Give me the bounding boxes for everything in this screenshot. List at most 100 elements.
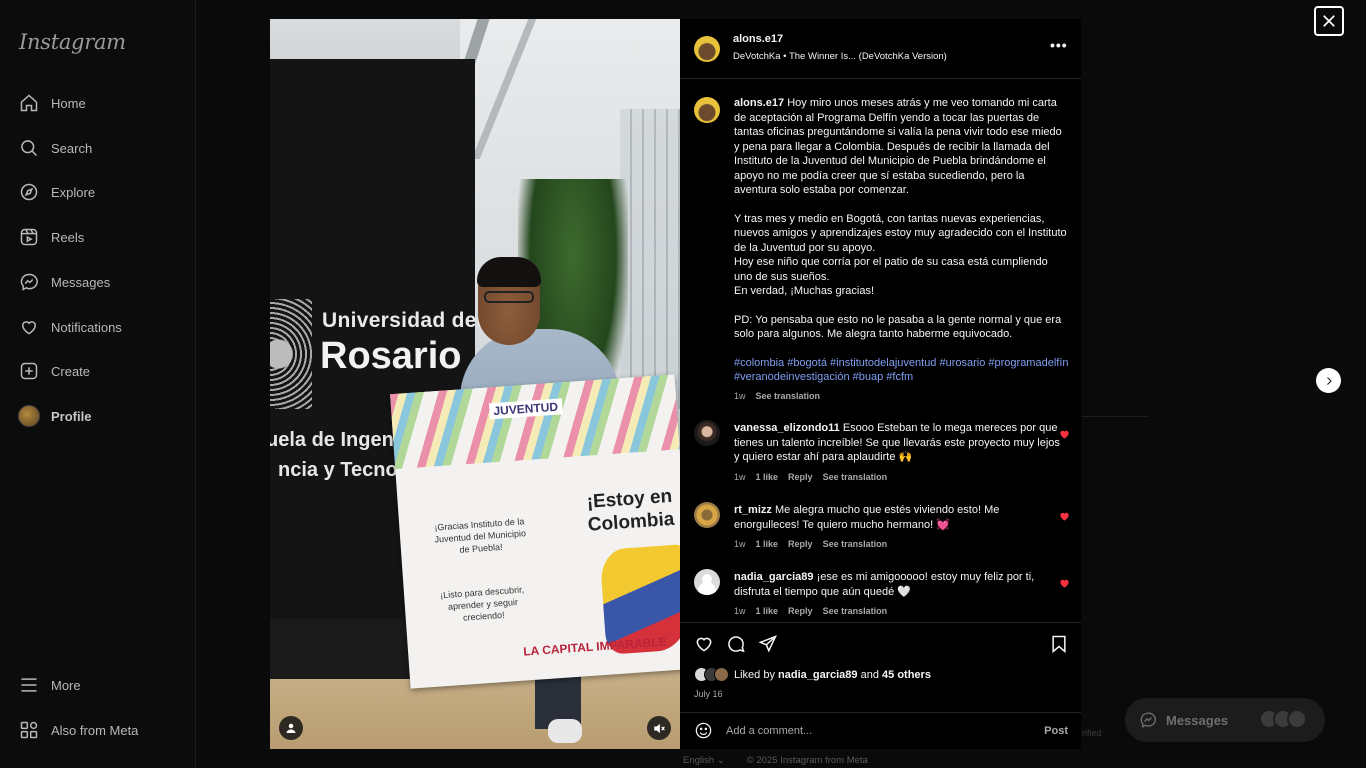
reply-button[interactable]: Reply xyxy=(788,470,813,485)
sidebar-item-label: Also from Meta xyxy=(51,722,139,738)
comment-input[interactable] xyxy=(726,725,1026,737)
comment-likes[interactable]: 1 like xyxy=(756,537,779,552)
close-icon xyxy=(1323,15,1335,27)
sidebar-item-home[interactable]: Home xyxy=(18,90,86,116)
timestamp: 1w xyxy=(734,471,746,482)
sidebar-item-also-from-meta[interactable]: Also from Meta xyxy=(18,717,138,743)
comment-username[interactable]: rt_mizz xyxy=(734,504,772,516)
banner-text: ¡Gracias Instituto de la Juventud del Mu… xyxy=(434,516,527,555)
comment-meta: 1w 1 like Reply See translation xyxy=(734,604,1064,619)
sidebar-item-reels[interactable]: Reels xyxy=(18,224,84,250)
next-post-button[interactable] xyxy=(1316,368,1341,393)
comment-like-button[interactable] xyxy=(1059,427,1070,439)
post-comment-button[interactable]: Post xyxy=(1044,725,1068,737)
plus-square-icon xyxy=(18,360,40,382)
messenger-icon xyxy=(1140,712,1156,728)
comment-likes[interactable]: 1 like xyxy=(756,604,779,619)
post-date: July 16 xyxy=(694,689,723,699)
avatar xyxy=(18,405,40,427)
comment-username[interactable]: vanessa_elizondo11 xyxy=(734,422,840,434)
reels-icon xyxy=(18,226,40,248)
compass-icon xyxy=(18,181,40,203)
avatar[interactable] xyxy=(694,36,720,62)
more-options-icon[interactable]: ••• xyxy=(1050,37,1068,53)
post-media[interactable]: Universidad del Rosario uela de Ingeni n… xyxy=(270,19,680,749)
avatar[interactable] xyxy=(694,502,720,528)
sidebar-item-search[interactable]: Search xyxy=(18,135,92,161)
heart-filled-icon xyxy=(1060,512,1069,521)
messages-avatars xyxy=(1259,709,1307,729)
post-header: alons.e17 DeVotchKa • The Winner Is... (… xyxy=(680,19,1081,79)
user-icon xyxy=(286,723,296,733)
sidebar-item-label: Home xyxy=(51,95,86,111)
avatar[interactable] xyxy=(694,569,720,595)
sidebar-item-explore[interactable]: Explore xyxy=(18,179,95,205)
post-audio[interactable]: DeVotchKa • The Winner Is... (DeVotchKa … xyxy=(733,51,947,62)
liked-by-others[interactable]: 45 others xyxy=(882,669,931,681)
avatar[interactable] xyxy=(694,97,720,123)
like-button[interactable] xyxy=(694,634,716,656)
banner-footer: LA CAPITAL IMPARABLE xyxy=(522,634,668,659)
instagram-logo[interactable]: Instagram xyxy=(19,30,126,54)
see-translation-link[interactable]: See translation xyxy=(823,537,888,552)
see-translation-link[interactable]: See translation xyxy=(823,604,888,619)
sidebar: Instagram Home Search Explore Reels Mess… xyxy=(0,0,196,768)
muted-speaker-icon xyxy=(653,723,665,733)
comment-text: Me alegra mucho que estés viviendo esto!… xyxy=(734,504,1000,531)
sidebar-item-more[interactable]: More xyxy=(18,672,81,698)
sidebar-item-label: Profile xyxy=(51,408,92,424)
comment-like-button[interactable] xyxy=(1059,509,1070,521)
timestamp: 1w xyxy=(734,539,746,549)
sidebar-item-profile[interactable]: Profile xyxy=(18,403,91,429)
avatar xyxy=(714,667,729,682)
comment-username[interactable]: nadia_garcia89 xyxy=(734,571,814,583)
likes-summary[interactable]: Liked by nadia_garcia89 and 45 others xyxy=(694,667,931,682)
comment-like-button[interactable] xyxy=(1059,576,1070,588)
caption-hashtags[interactable]: #colombia #bogotá #institutodelajuventud… xyxy=(734,356,1069,385)
save-button[interactable] xyxy=(1049,634,1071,656)
home-icon xyxy=(18,92,40,114)
sidebar-item-create[interactable]: Create xyxy=(18,358,90,384)
liked-by-user[interactable]: nadia_garcia89 xyxy=(778,669,858,681)
sidebar-item-label: Explore xyxy=(51,184,96,200)
banner-text: ¡Listo para descubrir, aprender y seguir… xyxy=(439,584,525,623)
sidebar-item-messages[interactable]: Messages xyxy=(18,269,110,295)
mute-button[interactable] xyxy=(647,716,671,740)
comment-icon xyxy=(728,636,745,653)
close-button[interactable] xyxy=(1314,6,1344,36)
comment: nadia_garcia89 ¡ese es mi amigooooo! est… xyxy=(734,570,1064,619)
background-verified-text: rified xyxy=(1082,728,1102,738)
sidebar-item-label: More xyxy=(51,677,81,693)
timestamp: 1w xyxy=(734,606,746,616)
sidebar-item-label: Messages xyxy=(51,274,111,290)
post-author[interactable]: alons.e17 xyxy=(733,33,783,45)
caption-username[interactable]: alons.e17 xyxy=(734,97,784,109)
heart-icon xyxy=(696,637,712,652)
banner-headline: ¡Estoy en Colombia xyxy=(586,485,675,536)
comment: vanessa_elizondo11 Esooo Esteban te lo m… xyxy=(734,421,1064,484)
sign-text: Rosario xyxy=(320,335,462,377)
see-translation-link[interactable]: See translation xyxy=(823,470,888,485)
caption-text: Hoy miro unos meses atrás y me veo toman… xyxy=(734,97,1065,196)
language-selector[interactable]: English ⌄ xyxy=(683,755,725,766)
add-comment-bar: Post xyxy=(680,712,1081,749)
sidebar-item-notifications[interactable]: Notifications xyxy=(18,314,122,340)
sidebar-item-label: Reels xyxy=(51,229,85,245)
tagged-users-button[interactable] xyxy=(279,716,303,740)
avatar[interactable] xyxy=(694,420,720,446)
copyright: © 2025 Instagram from Meta xyxy=(746,755,868,766)
chevron-right-icon xyxy=(1326,376,1332,385)
caption-meta: 1w See translation xyxy=(734,389,1069,404)
comment-meta: 1w 1 like Reply See translation xyxy=(734,537,1064,552)
emoji-button[interactable] xyxy=(694,721,714,741)
messages-pill-button[interactable]: Messages xyxy=(1125,698,1325,742)
see-translation-link[interactable]: See translation xyxy=(756,389,821,404)
reply-button[interactable]: Reply xyxy=(788,537,813,552)
sidebar-item-label: Notifications xyxy=(51,319,122,335)
post-details-panel: alons.e17 DeVotchKa • The Winner Is... (… xyxy=(680,19,1081,749)
university-logo xyxy=(270,299,312,409)
comment-button[interactable] xyxy=(726,634,748,656)
share-button[interactable] xyxy=(758,634,780,656)
reply-button[interactable]: Reply xyxy=(788,604,813,619)
comment-likes[interactable]: 1 like xyxy=(756,470,779,485)
